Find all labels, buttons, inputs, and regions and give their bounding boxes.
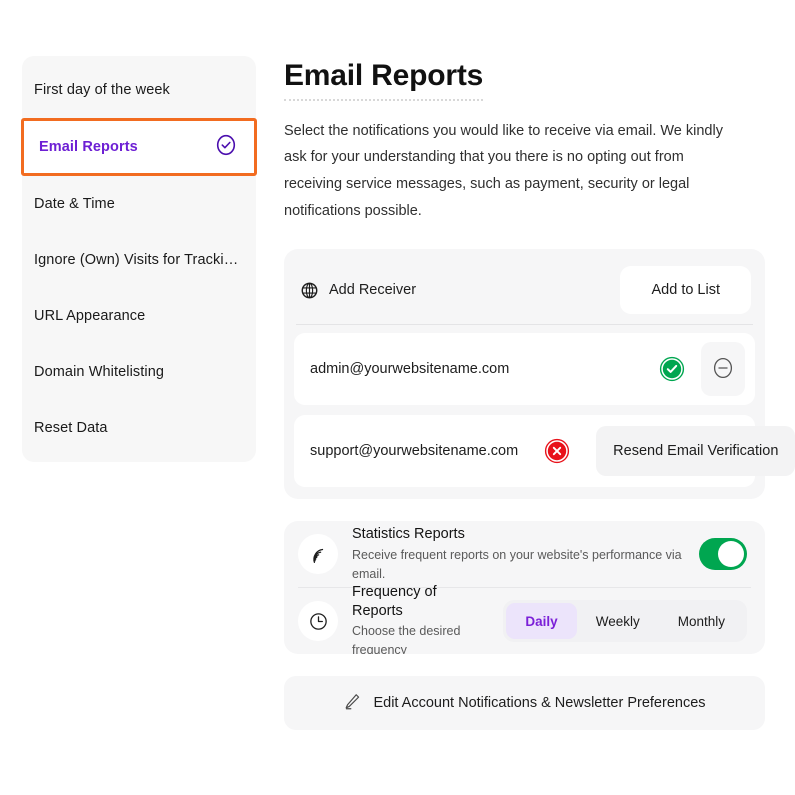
- frequency-option-weekly[interactable]: Weekly: [577, 603, 659, 639]
- settings-page: First day of the week Email Reports Date…: [0, 0, 795, 795]
- minus-circle-icon: [712, 357, 734, 382]
- sidebar-item-label: Domain Whitelisting: [34, 364, 165, 380]
- sidebar-item-first-day-of-the-week[interactable]: First day of the week: [22, 62, 256, 118]
- add-receiver-row: Add to List: [294, 259, 755, 321]
- frequency-of-reports-row: Frequency of Reports Choose the desired …: [284, 584, 765, 654]
- frequency-of-reports-subtitle: Choose the desired frequency: [352, 624, 461, 655]
- sidebar-item-date-and-time[interactable]: Date & Time: [22, 176, 256, 232]
- sidebar-item-reset-data[interactable]: Reset Data: [22, 400, 256, 456]
- receiver-email: admin@yourwebsitename.com: [310, 361, 510, 378]
- receiver-email: support@yourwebsitename.com: [310, 443, 519, 460]
- toggle-knob: [718, 541, 744, 568]
- statistics-reports-subtitle: Receive frequent reports on your website…: [352, 548, 682, 581]
- sidebar-item-label: Reset Data: [34, 420, 108, 436]
- statistics-reports-toggle[interactable]: [699, 538, 747, 571]
- sidebar-item-domain-whitelisting[interactable]: Domain Whitelisting: [22, 344, 256, 400]
- frequency-of-reports-title: Frequency of Reports: [352, 583, 437, 619]
- remove-receiver-button[interactable]: [701, 342, 745, 397]
- table-row: support@yourwebsitename.com Resend Email…: [294, 415, 795, 488]
- page-title: Email Reports: [284, 60, 483, 101]
- check-badge-icon: [659, 356, 685, 382]
- report-settings-card: Statistics Reports Receive frequent repo…: [284, 521, 765, 655]
- sidebar-item-label: Ignore (Own) Visits for Tracking b...: [34, 252, 240, 268]
- edit-account-notifications-label: Edit Account Notifications & Newsletter …: [373, 695, 706, 712]
- resend-verification-button[interactable]: Resend Email Verification: [596, 426, 795, 477]
- check-circle-icon: [215, 134, 237, 160]
- sidebar-item-label: First day of the week: [34, 82, 170, 98]
- statistics-reports-row: Statistics Reports Receive frequent repo…: [284, 521, 765, 587]
- receivers-card: Add to List admin@yourwebsitename.com: [284, 249, 795, 500]
- receivers-divider: [296, 324, 753, 326]
- frequency-option-daily[interactable]: Daily: [506, 603, 577, 640]
- pencil-icon: [343, 692, 362, 714]
- x-badge-icon: [544, 438, 570, 464]
- edit-account-notifications-button[interactable]: Edit Account Notifications & Newsletter …: [284, 676, 765, 731]
- main-content: Email Reports Select the notifications y…: [284, 56, 795, 795]
- sidebar-item-label: Email Reports: [39, 139, 138, 155]
- frequency-option-monthly[interactable]: Monthly: [659, 603, 744, 639]
- globe-icon: [300, 281, 319, 300]
- sidebar-item-email-reports[interactable]: Email Reports: [21, 118, 257, 176]
- frequency-segmented-control: Daily Weekly Monthly: [503, 600, 747, 643]
- sidebar-item-label: URL Appearance: [34, 308, 146, 324]
- clock-icon: [298, 601, 338, 642]
- settings-sidebar: First day of the week Email Reports Date…: [21, 56, 257, 462]
- sidebar-item-ignore-own-visits[interactable]: Ignore (Own) Visits for Tracking b...: [22, 232, 256, 288]
- add-to-list-button[interactable]: Add to List: [620, 266, 751, 315]
- sidebar-item-label: Date & Time: [34, 196, 115, 212]
- sidebar-item-url-appearance[interactable]: URL Appearance: [22, 288, 256, 344]
- frequency-of-reports-text: Frequency of Reports Choose the desired …: [352, 583, 489, 655]
- statistics-reports-title: Statistics Reports: [352, 526, 465, 543]
- add-receiver-input[interactable]: [329, 282, 611, 299]
- page-description: Select the notifications you would like …: [284, 122, 723, 220]
- broadcast-icon: [298, 534, 338, 575]
- table-row: admin@yourwebsitename.com: [294, 333, 755, 406]
- statistics-reports-text: Statistics Reports Receive frequent repo…: [352, 525, 685, 583]
